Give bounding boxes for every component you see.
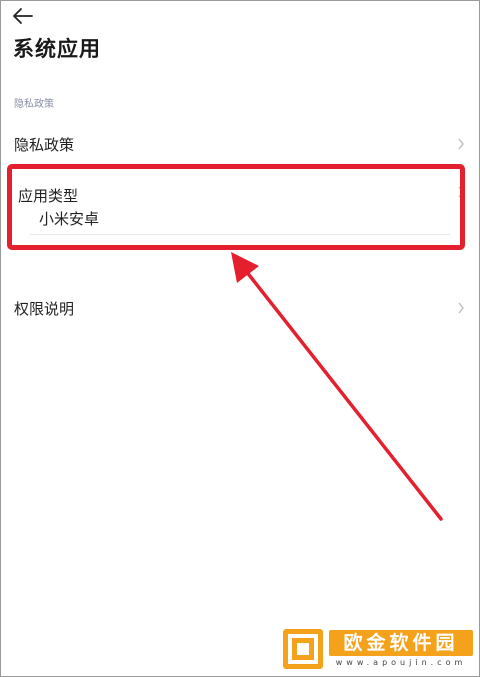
page-title: 系统应用 <box>13 37 101 61</box>
permissions-item[interactable]: 权限说明 <box>0 290 480 324</box>
watermark-url: www.apoujin.com <box>335 658 467 667</box>
chevron-right-icon <box>458 138 464 150</box>
annotation-highlight-box <box>7 164 465 250</box>
watermark-name: 欧金软件园 <box>329 630 473 656</box>
chevron-right-icon <box>458 302 464 314</box>
watermark: 欧金软件园 www.apoujin.com <box>283 628 475 674</box>
permissions-label: 权限说明 <box>14 300 75 318</box>
privacy-policy-item[interactable]: 隐私政策 <box>0 126 480 160</box>
watermark-logo-icon <box>283 629 323 669</box>
annotation-arrow <box>231 252 443 521</box>
back-arrow-icon[interactable] <box>12 6 34 26</box>
section-header: 隐私政策 <box>14 99 54 110</box>
screenshot-frame <box>0 0 480 677</box>
privacy-policy-label: 隐私政策 <box>14 136 75 154</box>
